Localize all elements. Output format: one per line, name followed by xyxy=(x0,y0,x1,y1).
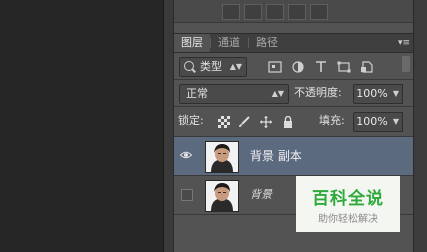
blend-row: 正常 ▲▼ 不透明度: 100% ▼ xyxy=(174,80,414,106)
watermark-subtitle: 助你轻松解决 xyxy=(318,214,378,225)
layer-thumbnail xyxy=(205,141,239,173)
watermark-badge: 百科全说 助你轻松解决 xyxy=(296,176,400,232)
panel-menu-icon[interactable]: ▾≡ xyxy=(398,34,410,52)
lock-all-icon[interactable] xyxy=(282,116,294,128)
portrait-thumbnail-image xyxy=(206,142,238,172)
collapsed-panel-icon[interactable] xyxy=(244,4,262,20)
right-panel-strip xyxy=(413,0,427,252)
lock-label: 锁定: xyxy=(178,114,204,127)
adjustment-filter-icon[interactable] xyxy=(291,61,305,73)
shape-filter-icon[interactable] xyxy=(337,61,351,73)
layer-name[interactable]: 背景 xyxy=(250,176,272,214)
layer-thumbnail xyxy=(205,180,239,212)
fill-dropdown-button[interactable]: ▼ xyxy=(390,112,403,132)
collapsed-panel-strip xyxy=(174,0,414,23)
layer-name[interactable]: 背景 副本 xyxy=(250,137,302,175)
opacity-label: 不透明度: xyxy=(294,86,342,99)
divider xyxy=(174,106,414,107)
lock-transparent-icon[interactable] xyxy=(218,116,230,128)
pixel-filter-icon[interactable] xyxy=(268,61,282,73)
lock-row: 锁定: 填充: 100% ▼ xyxy=(174,108,414,134)
collapsed-panel-icon[interactable] xyxy=(222,4,240,20)
layer-row-background-copy[interactable]: 背景 副本 xyxy=(174,137,414,175)
tab-separator xyxy=(248,38,249,48)
filter-row: 类型 ▲▼ xyxy=(174,53,414,79)
filter-toggle[interactable] xyxy=(402,56,410,72)
blend-mode-select[interactable]: 正常 ▲▼ xyxy=(179,84,289,104)
opacity-input[interactable]: 100% xyxy=(353,84,391,104)
tab-paths[interactable]: 路径 xyxy=(250,34,284,52)
portrait-thumbnail-image xyxy=(206,181,238,211)
visibility-toggle-empty[interactable] xyxy=(181,189,193,201)
type-filter-icon[interactable] xyxy=(314,61,328,73)
tab-separator xyxy=(210,38,211,48)
collapsed-panel-icon[interactable] xyxy=(310,4,328,20)
filter-kind-label: 类型 xyxy=(200,60,222,73)
tab-layers[interactable]: 图层 xyxy=(174,34,210,52)
fill-label: 填充: xyxy=(319,114,345,127)
lock-paint-icon[interactable] xyxy=(238,116,250,128)
blend-mode-value: 正常 xyxy=(186,87,208,100)
collapsed-panel-icon[interactable] xyxy=(288,4,306,20)
filter-kind-select[interactable]: 类型 ▲▼ xyxy=(179,57,247,77)
watermark-title: 百科全说 xyxy=(312,189,384,209)
collapsed-panel-icon[interactable] xyxy=(266,4,284,20)
smart-object-filter-icon[interactable] xyxy=(360,61,374,73)
fill-input[interactable]: 100% xyxy=(353,112,391,132)
chevron-updown-icon: ▲▼ xyxy=(271,89,284,98)
tab-channels[interactable]: 通道 xyxy=(212,34,246,52)
panel-tab-bar: 图层 通道 路径 ▾≡ xyxy=(174,33,414,53)
opacity-dropdown-button[interactable]: ▼ xyxy=(390,84,403,104)
lock-move-icon[interactable] xyxy=(260,116,272,128)
document-canvas-area xyxy=(0,0,163,252)
search-icon xyxy=(184,61,194,71)
chevron-updown-icon: ▲▼ xyxy=(229,62,242,71)
eye-icon[interactable] xyxy=(180,149,192,161)
